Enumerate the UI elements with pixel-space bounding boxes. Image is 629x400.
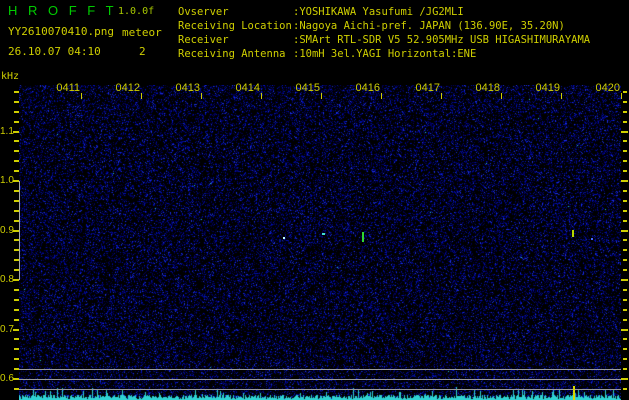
freq-tick-right	[623, 219, 627, 222]
freq-tick-right	[623, 110, 627, 113]
freq-tick-right	[623, 358, 627, 361]
freq-tick-right	[623, 387, 627, 390]
freq-tick-right	[623, 348, 627, 351]
freq-tick-right	[621, 378, 628, 380]
freq-tick-right	[621, 180, 628, 182]
freq-tick-right	[623, 368, 627, 371]
freq-axis-label: 1.0	[0, 175, 14, 186]
freq-axis-label: 1.1	[0, 125, 14, 137]
echo-time-marker	[573, 386, 575, 400]
hrofft-screen: H R O F F T 1.0.0f YY2610070410.png mete…	[0, 0, 629, 400]
freq-tick-right	[623, 298, 627, 301]
calibration-hline	[19, 389, 621, 390]
freq-tick-right	[623, 308, 627, 311]
time-tick	[501, 93, 502, 99]
time-axis-label: 0418	[475, 82, 500, 94]
axes-overlay: 1.1 1.0 0.9 0.8 0.7 0.6 0411 0412 0413 0414 0415 04…	[0, 0, 629, 400]
freq-tick-left	[14, 308, 19, 311]
time-tick	[81, 93, 82, 99]
time-tick	[381, 93, 382, 99]
freq-tick-right	[623, 150, 627, 153]
freq-tick-right	[623, 90, 627, 93]
freq-tick-right	[621, 279, 628, 281]
freq-tick-left	[14, 338, 19, 341]
freq-tick-right	[621, 130, 628, 133]
freq-tick-right	[623, 269, 627, 272]
freq-tick-left	[14, 120, 19, 123]
calibration-vline	[19, 181, 20, 280]
freq-axis-label: 0.7	[0, 323, 14, 335]
meteor-echo-mark	[591, 238, 593, 240]
time-tick	[441, 93, 442, 99]
time-tick	[141, 93, 142, 99]
freq-tick-left	[14, 358, 19, 361]
freq-axis-label: 0.6	[0, 373, 14, 384]
freq-tick-right	[623, 239, 627, 242]
freq-tick-right	[623, 170, 627, 173]
time-tick	[201, 93, 202, 99]
freq-axis-label: 0.9	[0, 224, 14, 236]
freq-tick-left	[14, 90, 19, 93]
calibration-hline	[19, 379, 621, 380]
meteor-echo-mark	[572, 230, 574, 237]
time-tick	[261, 93, 262, 99]
freq-tick-left	[14, 298, 19, 301]
freq-tick-left	[14, 110, 19, 113]
freq-tick-right	[623, 338, 627, 341]
freq-tick-right	[623, 189, 627, 192]
freq-tick-left	[14, 170, 19, 173]
freq-tick-left	[14, 100, 19, 103]
freq-tick-right	[623, 318, 627, 321]
freq-tick-left	[14, 150, 19, 153]
freq-tick-left	[14, 160, 19, 163]
freq-tick-right	[623, 259, 627, 262]
time-axis-label: 0413	[175, 82, 200, 94]
freq-tick-left	[14, 288, 19, 291]
freq-tick-right	[621, 229, 628, 232]
time-axis-label: 0415	[295, 82, 320, 94]
time-axis-label: 0412	[115, 82, 140, 94]
time-axis-label: 0419	[535, 82, 560, 94]
meteor-echo-mark	[362, 232, 364, 242]
freq-tick-right	[623, 209, 627, 212]
time-axis-label: 0417	[415, 82, 440, 94]
freq-tick-left	[14, 140, 19, 143]
freq-tick-right	[623, 249, 627, 252]
freq-tick-right	[623, 140, 627, 143]
meteor-echo-mark	[283, 237, 285, 239]
freq-axis-label: 0.8	[0, 274, 14, 285]
freq-tick-left	[14, 318, 19, 321]
time-tick	[561, 93, 562, 99]
time-axis-label: 0414	[235, 82, 260, 94]
freq-tick-right	[623, 199, 627, 202]
time-tick	[621, 93, 622, 99]
calibration-hline	[19, 369, 621, 370]
freq-tick-right	[623, 120, 627, 123]
meteor-echo-mark	[322, 233, 325, 235]
time-axis-label: 0416	[355, 82, 380, 94]
time-axis-label: 0420	[595, 82, 620, 94]
freq-tick-right	[623, 100, 627, 103]
freq-tick-right	[623, 160, 627, 163]
time-axis-label: 0411	[56, 82, 80, 94]
freq-tick-left	[14, 348, 19, 351]
freq-tick-right	[621, 328, 628, 331]
time-tick	[321, 93, 322, 99]
freq-tick-right	[623, 288, 627, 291]
